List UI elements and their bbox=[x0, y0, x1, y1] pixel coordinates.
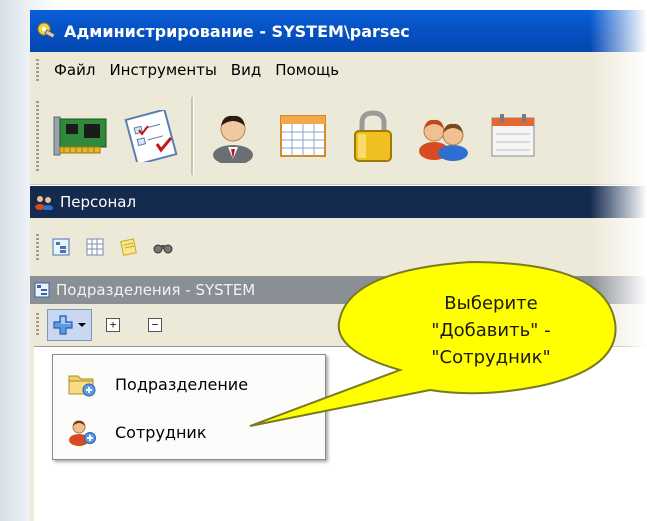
search-button[interactable] bbox=[149, 233, 177, 261]
notes-icon bbox=[120, 238, 137, 256]
checklist-icon bbox=[124, 110, 178, 162]
calendar-grid-button[interactable] bbox=[268, 96, 338, 176]
schedule-icon bbox=[491, 114, 535, 157]
lock-button[interactable] bbox=[338, 96, 408, 176]
title-bar: Администрирование - SYSTEM\parsec bbox=[30, 10, 647, 52]
notes-button[interactable] bbox=[115, 233, 143, 261]
binoculars-icon bbox=[153, 244, 173, 254]
menu-view[interactable]: Вид bbox=[224, 61, 268, 79]
expand-all-button[interactable]: + bbox=[106, 318, 120, 332]
add-plus-icon bbox=[53, 315, 73, 335]
callout-line-3: "Сотрудник" bbox=[431, 347, 551, 368]
callout-text: Выберите "Добавить" - "Сотрудник" bbox=[386, 290, 596, 371]
pane-left-edge bbox=[30, 346, 34, 521]
calendar-grid-icon bbox=[280, 115, 326, 157]
menu-bar: Файл Инструменты Вид Помощь bbox=[30, 52, 647, 89]
menu-tools[interactable]: Инструменты bbox=[102, 61, 223, 79]
grid-view-button[interactable] bbox=[81, 233, 109, 261]
callout-line-2: "Добавить" - bbox=[431, 320, 551, 341]
menu-file[interactable]: Файл bbox=[47, 61, 102, 79]
user-icon bbox=[213, 115, 253, 163]
add-dropdown-menu: Подразделение Сотрудник bbox=[52, 354, 326, 460]
schedule-button[interactable] bbox=[478, 96, 548, 176]
menu-item-employee-label: Сотрудник bbox=[115, 422, 207, 442]
toolbar-grip[interactable] bbox=[36, 101, 39, 171]
users-small-icon bbox=[35, 196, 53, 210]
subtoolbar-grip[interactable] bbox=[36, 234, 39, 260]
chevron-down-icon bbox=[78, 323, 86, 327]
lock-icon bbox=[354, 110, 392, 162]
pane-title: Подразделения - SYSTEM bbox=[56, 281, 256, 299]
folder-add-icon bbox=[65, 369, 99, 399]
grid-view-icon bbox=[86, 238, 104, 256]
main-toolbar bbox=[30, 88, 647, 185]
user-button[interactable] bbox=[198, 96, 268, 176]
add-dropdown-button[interactable] bbox=[47, 309, 92, 341]
menu-item-employee[interactable]: Сотрудник bbox=[53, 407, 325, 457]
network-card-button[interactable] bbox=[47, 96, 117, 176]
network-card-icon bbox=[53, 116, 107, 156]
collapse-all-button[interactable]: − bbox=[148, 318, 162, 332]
personnel-panel-header: Персонал bbox=[30, 186, 647, 218]
pane-toolbar-grip[interactable] bbox=[36, 313, 39, 337]
personnel-toolbar bbox=[30, 218, 647, 276]
window-title: Администрирование - SYSTEM\parsec bbox=[64, 21, 410, 41]
tree-small-icon bbox=[34, 282, 50, 298]
users-group-button[interactable] bbox=[408, 96, 478, 176]
callout-line-1: Выберите bbox=[444, 293, 538, 314]
tree-view-button[interactable] bbox=[47, 233, 75, 261]
panel-title: Персонал bbox=[60, 193, 137, 211]
menu-help[interactable]: Помощь bbox=[268, 61, 346, 79]
app-key-icon bbox=[37, 22, 56, 39]
menu-item-department-label: Подразделение bbox=[115, 374, 249, 394]
toolbar-separator bbox=[191, 97, 194, 175]
user-add-icon bbox=[65, 417, 99, 447]
menu-item-department[interactable]: Подразделение bbox=[53, 359, 325, 409]
users-group-icon bbox=[419, 119, 468, 161]
tree-view-icon bbox=[52, 238, 70, 256]
menu-grip[interactable] bbox=[36, 59, 39, 81]
checklist-button[interactable] bbox=[117, 96, 187, 176]
